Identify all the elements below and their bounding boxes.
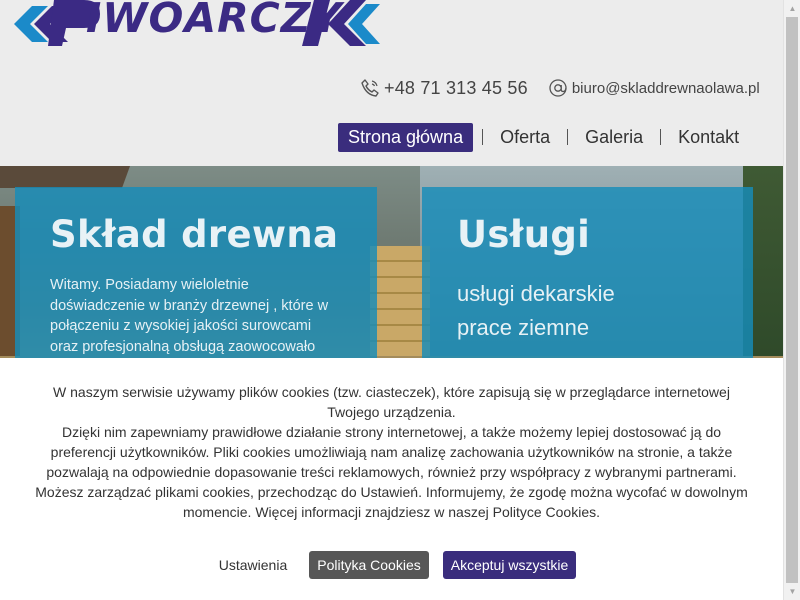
nav-item-contact[interactable]: Kontakt (670, 123, 747, 152)
phone-number: +48 71 313 45 56 (384, 77, 528, 98)
scroll-up-icon[interactable]: ▲ (784, 0, 800, 17)
hero-section: Skład drewna Witamy. Posiadamy wieloletn… (0, 166, 783, 358)
site-header: IWOARCZY +48 71 313 45 56 biuro@skladdre… (0, 0, 783, 166)
nav-divider (567, 129, 569, 145)
email-address: biuro@skladdrewnaolawa.pl (571, 79, 760, 97)
nav-divider (482, 129, 484, 145)
logo-text: IWOARCZY (86, 0, 343, 42)
scroll-down-icon[interactable]: ▼ (784, 583, 800, 600)
at-sign-icon (548, 78, 568, 98)
scrollbar-thumb[interactable] (786, 17, 798, 583)
nav-item-home[interactable]: Strona główna (338, 122, 474, 152)
site-logo[interactable]: IWOARCZY (14, 0, 386, 52)
hero-panel-services: Usługi usługi dekarskie prace ziemne (422, 187, 753, 358)
panel-title: Usługi (457, 213, 591, 256)
hero-background-roof (0, 166, 130, 188)
service-item: prace ziemne (457, 315, 590, 340)
phone-contact[interactable]: +48 71 313 45 56 (360, 78, 528, 99)
cookie-actions: Ustawienia Polityka Cookies Akceptuj wsz… (0, 551, 783, 579)
email-contact[interactable]: biuro@skladdrewnaolawa.pl (548, 78, 760, 98)
nav-divider (660, 129, 662, 145)
services-list: usługi dekarskie prace ziemne (457, 277, 615, 345)
nav-item-gallery[interactable]: Galeria (577, 123, 651, 152)
cookie-notice-text: W naszym serwisie używamy plików cookies… (28, 382, 755, 522)
panel-title: Skład drewna (50, 213, 339, 256)
accept-all-cookies-button[interactable]: Akceptuj wszystkie (442, 551, 577, 579)
phone-icon (360, 78, 380, 98)
contact-row: +48 71 313 45 56 biuro@skladdrewnaolawa.… (360, 76, 760, 100)
panel-description: Witamy. Posiadamy wieloletnie doświadcze… (50, 277, 329, 355)
cookie-banner: W naszym serwisie używamy plików cookies… (0, 358, 783, 600)
cookie-policy-button[interactable]: Polityka Cookies (309, 551, 429, 579)
hero-panel-timber-yard: Skład drewna Witamy. Posiadamy wieloletn… (15, 187, 377, 358)
cookie-settings-button[interactable]: Ustawienia (207, 551, 299, 579)
nav-item-offer[interactable]: Oferta (492, 123, 558, 152)
page-scrollbar[interactable]: ▲ ▼ (783, 0, 800, 600)
service-item: usługi dekarskie (457, 281, 615, 306)
main-nav: Strona główna Oferta Galeria Kontakt (338, 122, 747, 152)
cookie-paragraph: W naszym serwisie używamy plików cookies… (35, 384, 748, 520)
hero-background-lumber (370, 246, 430, 356)
